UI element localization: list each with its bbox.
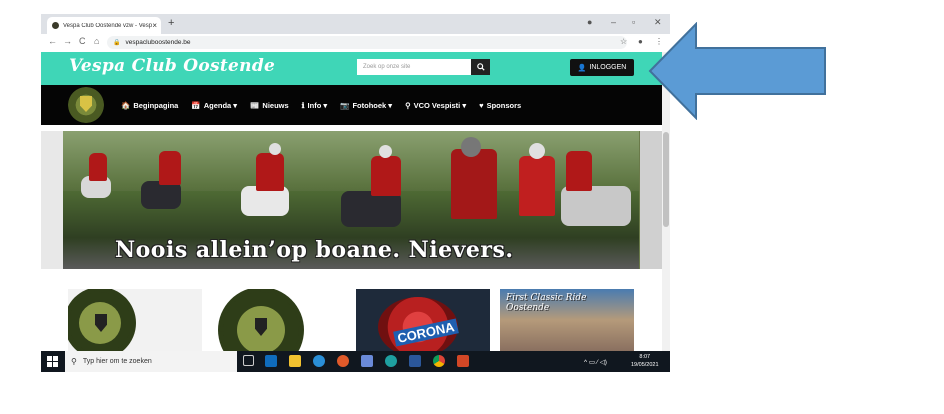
rider-shape [371, 156, 401, 196]
banner-right-edge [640, 131, 662, 269]
rider-shape [159, 151, 181, 185]
login-button[interactable]: 👤 INLOGGEN [570, 59, 634, 76]
minimize-button[interactable]: – [611, 17, 616, 27]
clock-date: 19/05/2021 [631, 362, 659, 368]
app-icon[interactable] [337, 355, 349, 367]
nav-item-info[interactable]: ℹ Info ▾ [302, 101, 327, 110]
nav-label: Fotohoek ▾ [352, 100, 393, 110]
address-bar-row: ← → C ⌂ 🔒 vespacluboostende.be ☆ ● ⋮ [41, 34, 670, 53]
system-tray-icons[interactable]: ^ ▭ ⁄ ◁) [584, 351, 607, 372]
nav-label: Agenda ▾ [203, 100, 238, 110]
new-tab-button[interactable]: + [168, 17, 174, 29]
screenshot-window: Vespa Club Oostende vzw - Vesp × + ● – ▫… [41, 14, 670, 372]
scooter-shape [561, 186, 631, 226]
edge-icon[interactable] [385, 355, 397, 367]
heart-icon: ♥ [479, 100, 484, 110]
scooter-shape [341, 191, 401, 227]
rider-shape [451, 149, 497, 219]
account-icon[interactable]: ● [638, 37, 643, 46]
helmet-shape [461, 137, 481, 157]
reload-icon[interactable]: C [79, 36, 86, 46]
hero-banner-image: Noois allein’op boane. Nievers. [41, 131, 662, 269]
banner-left-edge [41, 131, 63, 269]
star-icon[interactable]: ☆ [620, 37, 627, 46]
site-header: Vespa Club Oostende Zoek op onze site 👤 … [41, 52, 662, 85]
back-icon[interactable]: ← [48, 36, 57, 46]
club-emblem-logo[interactable] [68, 87, 104, 123]
left-pointing-arrow-annotation [648, 22, 826, 120]
nav-label: Info ▾ [307, 100, 328, 110]
nav-menu: 🏠 Beginpagina 📅 Agenda ▾ 📰 Nieuws ℹ Info… [121, 85, 521, 125]
scrollbar-thumb[interactable] [663, 132, 669, 227]
rider-shape [519, 156, 555, 216]
banner-slogan: Noois allein’op boane. Nievers. [115, 237, 514, 263]
search-icon: ⚲ [71, 357, 77, 366]
calendar-icon: 📅 [191, 100, 201, 110]
windows-start-icon[interactable] [47, 356, 58, 367]
nav-label: Nieuws [262, 100, 289, 110]
camera-icon: 📷 [340, 100, 350, 110]
helmet-shape [269, 143, 281, 155]
nav-label: VCO Vespisti ▾ [413, 100, 467, 110]
news-thumbnail[interactable]: First Classic Ride Oostende [500, 289, 634, 351]
nav-item-beginpagina[interactable]: 🏠 Beginpagina [121, 101, 178, 110]
url-text: vespacluboostende.be [125, 39, 191, 46]
lock-icon: 🔒 [113, 40, 121, 46]
favicon-icon [52, 22, 59, 29]
url-field[interactable]: 🔒 vespacluboostende.be [107, 36, 627, 49]
chrome-icon[interactable] [433, 355, 445, 367]
newspaper-icon: 📰 [250, 100, 260, 110]
scooter-shape [141, 181, 181, 209]
club-gear-logo [68, 289, 136, 351]
helmet-shape [379, 145, 392, 158]
nav-item-agenda[interactable]: 📅 Agenda ▾ [191, 101, 237, 110]
taskbar-search-placeholder: Typ hier om te zoeken [82, 358, 152, 365]
profile-dot-icon[interactable]: ● [587, 17, 592, 27]
home-icon: 🏠 [121, 100, 131, 110]
maximize-button[interactable]: ▫ [632, 17, 635, 27]
nav-label: Beginpagina [133, 100, 179, 110]
thumbnail-caption: First Classic Ride Oostende [506, 293, 587, 313]
taskbar-search-field[interactable]: ⚲ Typ hier om te zoeken [65, 351, 237, 372]
map-pin-icon: ⚲ [405, 100, 411, 110]
browser-tab[interactable]: Vespa Club Oostende vzw - Vesp × [47, 17, 161, 34]
news-thumbnail[interactable]: CORONA [356, 289, 490, 351]
nav-item-fotohoek[interactable]: 📷 Fotohoek ▾ [340, 101, 392, 110]
nav-item-vco-vespisti[interactable]: ⚲ VCO Vespisti ▾ [405, 101, 466, 110]
word-icon[interactable] [409, 355, 421, 367]
tab-close-icon[interactable]: × [152, 21, 157, 30]
teams-icon[interactable] [361, 355, 373, 367]
helmet-shape [529, 143, 545, 159]
taskbar-clock[interactable]: 8:07 19/05/2021 [631, 353, 659, 369]
info-icon: ℹ [301, 100, 305, 110]
site-navbar: 🏠 Beginpagina 📅 Agenda ▾ 📰 Nieuws ℹ Info… [41, 85, 662, 125]
user-icon: 👤 [577, 64, 587, 72]
site-logo-text[interactable]: Vespa Club Oostende [69, 56, 275, 76]
task-view-icon[interactable] [243, 355, 254, 366]
powerpoint-icon[interactable] [457, 355, 469, 367]
search-icon[interactable] [471, 59, 490, 75]
browser-tab-strip: Vespa Club Oostende vzw - Vesp × + ● – ▫… [41, 14, 670, 34]
clock-time: 8:07 [639, 354, 651, 360]
file-explorer-icon[interactable] [289, 355, 301, 367]
edge-legacy-icon[interactable] [313, 355, 325, 367]
forward-icon[interactable]: → [63, 36, 72, 46]
home-icon[interactable]: ⌂ [94, 36, 99, 46]
login-label: INLOGGEN [589, 64, 627, 71]
news-thumbnail[interactable] [212, 289, 346, 351]
outlook-icon[interactable] [265, 355, 277, 367]
nav-label: Sponsors [486, 100, 522, 110]
tab-title: Vespa Club Oostende vzw - Vesp [63, 22, 153, 29]
rider-shape [566, 151, 592, 191]
rider-shape [256, 153, 284, 191]
club-gear-logo [218, 289, 304, 351]
nav-item-nieuws[interactable]: 📰 Nieuws [250, 101, 289, 110]
site-search-input[interactable]: Zoek op onze site [357, 59, 471, 75]
news-thumbnail[interactable] [68, 289, 202, 351]
nav-item-sponsors[interactable]: ♥ Sponsors [479, 101, 521, 110]
rider-shape [89, 153, 107, 181]
windows-taskbar: ⚲ Typ hier om te zoeken ^ ▭ ⁄ ◁) 8:07 19… [41, 351, 670, 372]
